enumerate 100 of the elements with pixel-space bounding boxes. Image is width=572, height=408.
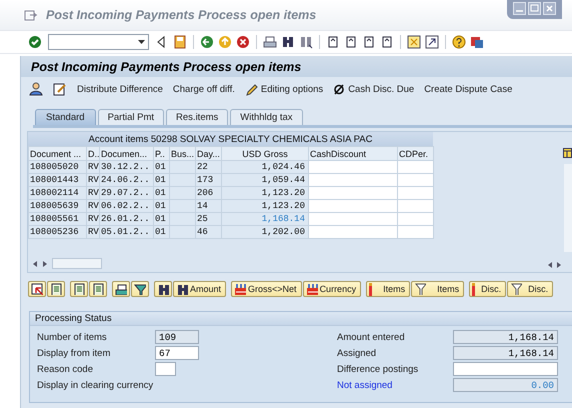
table-cell[interactable] xyxy=(308,200,398,212)
table-cell: 108001443 xyxy=(28,174,86,186)
table-cell: 108005639 xyxy=(28,200,86,212)
table-cell[interactable] xyxy=(398,174,434,186)
table-cell[interactable] xyxy=(308,186,398,200)
tab[interactable]: Withhldg tax xyxy=(230,109,303,125)
table-title: Account items 50298 SOLVAY SPECIALTY CHEMICALS ASIA PAC xyxy=(28,132,433,146)
document-button[interactable] xyxy=(47,281,65,297)
tab[interactable]: Partial Pmt xyxy=(98,109,164,125)
edit-icon[interactable] xyxy=(53,82,67,96)
table-cell: 05.01.2.. xyxy=(100,226,154,238)
column-header[interactable]: D.. xyxy=(86,146,100,160)
column-header[interactable]: P.. xyxy=(154,146,170,160)
funnel-icon xyxy=(510,283,522,295)
document-icon xyxy=(50,283,62,295)
toolbar-button[interactable]: Items xyxy=(366,281,410,297)
table-cell[interactable] xyxy=(398,200,434,212)
table-cell: 24.06.2.. xyxy=(100,174,154,186)
column-header[interactable]: Bus... xyxy=(170,146,196,160)
column-header[interactable]: Day... xyxy=(196,146,222,160)
left-arrow-icon[interactable] xyxy=(547,261,553,269)
right-arrow-icon[interactable] xyxy=(42,260,48,268)
input-field[interactable] xyxy=(453,362,558,376)
document-icon xyxy=(73,283,85,295)
field-label: Amount entered xyxy=(337,330,406,344)
window-icon[interactable] xyxy=(407,35,421,49)
table-cell[interactable] xyxy=(398,212,434,226)
toolbar-button[interactable]: Currency xyxy=(302,281,362,297)
layout-icon[interactable] xyxy=(470,35,484,49)
toolbar-button[interactable]: Disc. xyxy=(507,281,554,297)
readonly-field: 1,168.14 xyxy=(453,330,558,344)
table-cell[interactable] xyxy=(308,174,398,186)
filter-icon xyxy=(134,283,146,295)
layout-icon[interactable] xyxy=(563,148,572,158)
pencil-icon xyxy=(244,82,258,96)
scrollbar-thumb[interactable] xyxy=(52,258,102,269)
field-label: Display in clearing currency xyxy=(37,378,154,392)
dropdown-icon[interactable] xyxy=(138,40,145,44)
table-cell: 108002114 xyxy=(28,186,86,200)
page-icon[interactable] xyxy=(362,35,376,49)
table-cell: 1,168.14 xyxy=(222,212,308,226)
select-button[interactable] xyxy=(28,281,46,297)
table-cell: 29.07.2.. xyxy=(100,186,154,200)
left-arrow-icon[interactable] xyxy=(32,260,38,268)
toolbar-button[interactable]: Amount xyxy=(173,281,226,297)
cancel-icon[interactable] xyxy=(236,35,250,49)
column-header[interactable]: Document ... xyxy=(28,146,86,160)
toolbar-button[interactable]: Disc. xyxy=(469,281,506,297)
table-cell[interactable] xyxy=(308,226,398,238)
table-cell: 06.02.2.. xyxy=(100,200,154,212)
field-label: Difference postings xyxy=(337,362,420,376)
field-label: Display from item xyxy=(37,346,112,360)
table-cell: 1,202.00 xyxy=(222,226,308,238)
check-icon[interactable] xyxy=(28,35,42,49)
person-icon[interactable] xyxy=(29,82,43,96)
table-cell: 30.12.2.. xyxy=(100,160,154,174)
menu-icon[interactable] xyxy=(24,8,38,22)
print-icon xyxy=(115,283,127,295)
column-header[interactable]: USD Gross xyxy=(222,146,308,160)
toolbar-button[interactable]: Cash Disc. Due xyxy=(333,83,414,95)
help-icon[interactable] xyxy=(452,35,466,49)
table-cell[interactable] xyxy=(308,160,398,174)
save-icon[interactable] xyxy=(173,35,187,49)
toolbar-button[interactable]: Editing options xyxy=(244,82,324,96)
table-cell[interactable] xyxy=(398,186,434,200)
toolbar-button[interactable]: Create Dispute Case xyxy=(424,84,512,94)
table-cell[interactable] xyxy=(398,226,434,238)
command-field[interactable] xyxy=(48,34,149,50)
input-field[interactable]: 67 xyxy=(155,346,199,360)
table-cell: 108005020 xyxy=(28,160,86,174)
input-field[interactable] xyxy=(155,362,176,376)
column-header[interactable]: Documen... xyxy=(100,146,154,160)
column-header[interactable]: CDPer. xyxy=(398,146,434,160)
page-icon[interactable] xyxy=(344,35,358,49)
readonly-field: 0.00 xyxy=(453,378,558,392)
table-cell[interactable] xyxy=(308,212,398,226)
field-label: Assigned xyxy=(337,346,378,360)
toolbar-button[interactable]: Items xyxy=(411,281,464,297)
table-cell: 1,123.20 xyxy=(222,200,308,212)
print-button[interactable] xyxy=(112,281,130,297)
table-cell[interactable] xyxy=(398,160,434,174)
toolbar-button[interactable]: Charge off diff. xyxy=(172,84,235,94)
filter-button[interactable] xyxy=(131,281,149,297)
page-icon[interactable] xyxy=(380,35,394,49)
section-title: Processing Status xyxy=(30,312,572,326)
document-button[interactable] xyxy=(70,281,88,297)
table-cell: 1,123.20 xyxy=(222,186,308,200)
print-icon[interactable] xyxy=(263,35,277,49)
document-button[interactable] xyxy=(89,281,107,297)
page-icon[interactable] xyxy=(326,35,340,49)
back-icon[interactable] xyxy=(200,35,214,49)
right-arrow-icon[interactable] xyxy=(556,261,562,269)
tab[interactable]: Standard xyxy=(35,109,96,125)
table-cell: 26.01.2.. xyxy=(100,212,154,226)
toolbar-button[interactable]: Distribute Difference xyxy=(77,84,163,94)
bar-icon xyxy=(472,282,476,296)
column-header[interactable]: CashDiscount xyxy=(308,146,398,160)
window-icon[interactable] xyxy=(425,35,439,49)
toolbar-button[interactable]: Gross<>Net xyxy=(231,281,302,297)
tab[interactable]: Res.items xyxy=(166,109,228,125)
